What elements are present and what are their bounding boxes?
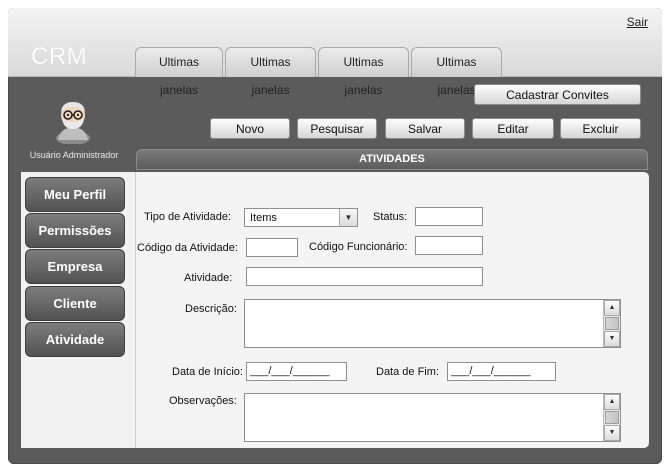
- tab-recent-2[interactable]: Ultimas janelas: [225, 47, 316, 97]
- activity-code-label: Código da Atividade:: [137, 242, 238, 254]
- scroll-up-icon[interactable]: ▲: [604, 394, 620, 410]
- start-date-label: Data de Início:: [172, 366, 243, 378]
- scroll-thumb[interactable]: [605, 317, 619, 330]
- save-button[interactable]: Salvar: [385, 118, 465, 139]
- logout-link[interactable]: Sair: [627, 15, 648, 29]
- activity-type-select[interactable]: Items ▼: [244, 208, 358, 227]
- app-logo: CRM: [31, 43, 88, 70]
- new-button[interactable]: Novo: [210, 118, 290, 139]
- activity-type-value: Items: [250, 212, 277, 224]
- end-date-label: Data de Fim:: [376, 366, 439, 378]
- employee-code-field[interactable]: [415, 236, 483, 255]
- description-label: Descrição:: [185, 303, 237, 315]
- scroll-up-icon[interactable]: ▲: [604, 300, 620, 316]
- sidebar-item-atividade[interactable]: Atividade: [25, 322, 125, 357]
- notes-textarea[interactable]: ▲ ▼: [244, 393, 621, 442]
- scroll-down-icon[interactable]: ▼: [604, 331, 620, 347]
- notes-label: Observações:: [169, 395, 237, 407]
- invite-button[interactable]: Cadastrar Convites: [474, 84, 641, 105]
- scroll-thumb[interactable]: [605, 411, 619, 424]
- header: CRM Sair Ultimas janelas Ultimas janelas…: [8, 8, 662, 97]
- sidebar-item-meu-perfil[interactable]: Meu Perfil: [25, 177, 125, 212]
- sidebar-item-permissoes[interactable]: Permissões: [25, 213, 125, 248]
- chevron-down-icon[interactable]: ▼: [339, 209, 357, 226]
- sidebar: Meu Perfil Permissões Empresa Cliente At…: [21, 172, 136, 448]
- start-date-field[interactable]: ___/___/______: [246, 362, 347, 381]
- tab-recent-1[interactable]: Ultimas janelas: [135, 47, 223, 97]
- status-field[interactable]: [415, 207, 483, 226]
- status-label: Status:: [373, 211, 408, 223]
- recent-windows-tabs: Ultimas janelas Ultimas janelas Ultimas …: [135, 47, 504, 97]
- delete-button[interactable]: Excluir: [560, 118, 641, 139]
- tab-recent-3[interactable]: Ultimas janelas: [318, 47, 409, 97]
- end-date-field[interactable]: ___/___/______: [447, 362, 556, 381]
- activity-label: Atividade:: [184, 272, 233, 284]
- activity-code-field[interactable]: [246, 238, 298, 257]
- main-panel: Meu Perfil Permissões Empresa Cliente At…: [21, 172, 649, 448]
- tab-recent-4[interactable]: Ultimas janelas: [411, 47, 502, 97]
- section-title: ATIVIDADES: [136, 149, 648, 170]
- search-button[interactable]: Pesquisar: [297, 118, 377, 139]
- activity-field[interactable]: [246, 267, 483, 286]
- app-window: CRM Sair Ultimas janelas Ultimas janelas…: [8, 8, 662, 464]
- user-role-label: Usuário Administrador: [29, 150, 119, 160]
- sidebar-item-cliente[interactable]: Cliente: [25, 286, 125, 321]
- edit-button[interactable]: Editar: [472, 118, 554, 139]
- scroll-down-icon[interactable]: ▼: [604, 425, 620, 441]
- sidebar-item-empresa[interactable]: Empresa: [25, 249, 125, 284]
- description-textarea[interactable]: ▲ ▼: [244, 299, 621, 348]
- activity-type-label: Tipo de Atividade:: [144, 211, 232, 223]
- description-scrollbar[interactable]: ▲ ▼: [603, 300, 620, 347]
- employee-code-label: Código Funcionário:: [309, 241, 408, 253]
- notes-scrollbar[interactable]: ▲ ▼: [603, 394, 620, 441]
- user-avatar-icon: [52, 98, 94, 145]
